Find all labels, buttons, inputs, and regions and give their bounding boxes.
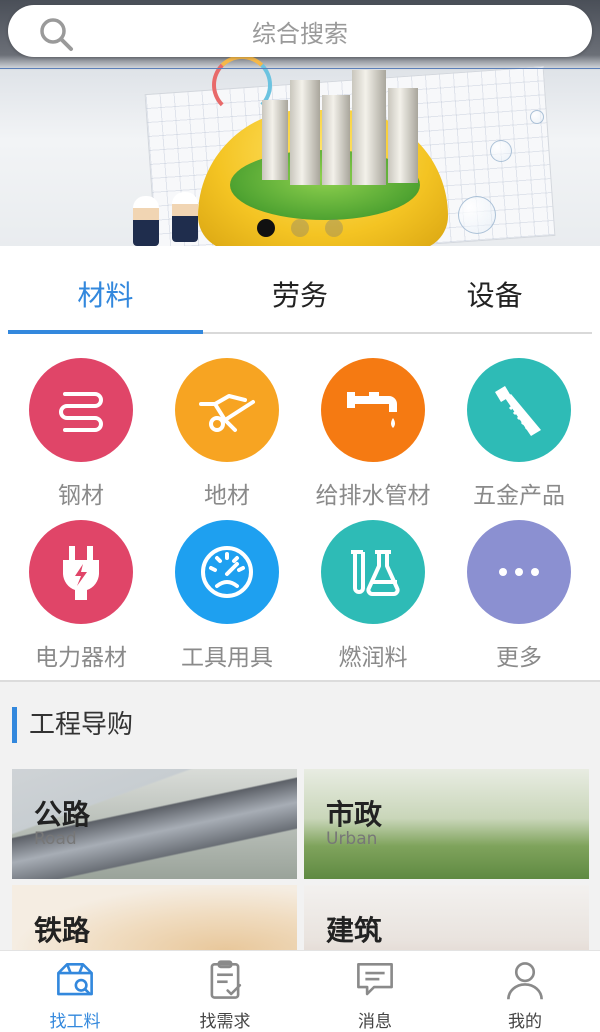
tab-labor[interactable]: 劳务 (203, 260, 398, 332)
power-plug-icon (29, 520, 133, 624)
tab-equipment[interactable]: 设备 (397, 260, 592, 332)
category-label: 给排水管材 (315, 483, 431, 509)
nav-label: 消息 (358, 1012, 392, 1032)
carousel-dot[interactable] (325, 219, 343, 237)
search-icon (40, 18, 73, 51)
guide-card-urban[interactable]: 市政 Urban (304, 769, 589, 879)
category-label: 工具用具 (181, 645, 273, 671)
banner-building (388, 88, 418, 183)
category-steel[interactable]: 钢材 (8, 358, 154, 509)
category-tabs: 材料 劳务 设备 (8, 260, 592, 334)
carousel-dot[interactable] (291, 219, 309, 237)
card-title: 建筑 (326, 914, 383, 947)
category-fuel-lubricants[interactable]: 燃润料 (300, 520, 446, 671)
card-subtitle: Urban (326, 829, 378, 849)
banner-top-line (0, 68, 600, 69)
user-icon (507, 962, 543, 1000)
water-pipe-icon (321, 358, 425, 462)
category-label: 电力器材 (35, 645, 127, 671)
category-label: 地材 (204, 483, 250, 509)
carousel-indicator (0, 219, 600, 237)
nav-messages[interactable]: 消息 (300, 951, 450, 1032)
card-title: 铁路 (34, 914, 91, 947)
box-search-icon (57, 962, 93, 996)
category-label: 五金产品 (473, 483, 565, 509)
saw-icon (467, 358, 571, 462)
nav-find-demand[interactable]: 找需求 (150, 951, 300, 1032)
message-icon (357, 962, 393, 996)
category-power-equipment[interactable]: 电力器材 (8, 520, 154, 671)
nav-find-materials[interactable]: 找工料 (0, 951, 150, 1032)
category-label: 燃润料 (338, 645, 408, 671)
banner-building (322, 95, 350, 185)
nav-label: 找工料 (49, 1012, 101, 1032)
category-more[interactable]: 更多 (446, 520, 592, 671)
card-title: 公路 (34, 798, 91, 831)
wheelbarrow-icon (175, 358, 279, 462)
card-subtitle: Road (34, 829, 77, 849)
more-icon (467, 520, 571, 624)
section-title: 工程导购 (12, 707, 133, 743)
carousel-dot[interactable] (257, 219, 275, 237)
category-water-pipes[interactable]: 给排水管材 (300, 358, 446, 509)
nav-label: 我的 (508, 1012, 542, 1032)
banner-building (262, 100, 288, 180)
guide-card-road[interactable]: 公路 Road (12, 769, 297, 879)
category-tools[interactable]: 工具用具 (154, 520, 300, 671)
nav-label: 找需求 (199, 1012, 251, 1032)
category-grid: 钢材 地材 给排水管材 五金产品 电力器材 工具用具 燃润料 更多 (8, 358, 592, 671)
category-label: 更多 (496, 645, 542, 671)
category-ground-materials[interactable]: 地材 (154, 358, 300, 509)
steel-coil-icon (29, 358, 133, 462)
search-bar[interactable]: 综合搜索 (8, 5, 592, 57)
tab-materials[interactable]: 材料 (8, 260, 203, 334)
banner-building (290, 80, 320, 185)
category-label: 钢材 (58, 483, 104, 509)
banner-bubble (490, 140, 512, 162)
banner-bubble (530, 110, 544, 124)
card-title: 市政 (326, 798, 383, 831)
clipboard-check-icon (210, 960, 242, 999)
gauge-icon (175, 520, 279, 624)
banner-building (352, 70, 386, 185)
bottom-nav: 找工料 找需求 消息 我的 (0, 950, 600, 1032)
search-input[interactable]: 综合搜索 (8, 14, 592, 49)
category-hardware[interactable]: 五金产品 (446, 358, 592, 509)
nav-profile[interactable]: 我的 (450, 951, 600, 1032)
flask-icon (321, 520, 425, 624)
